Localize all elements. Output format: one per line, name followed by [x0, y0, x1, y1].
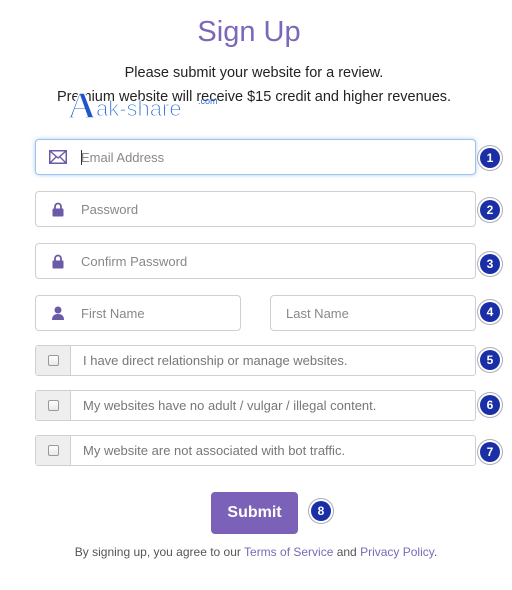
- lock-icon: [36, 192, 80, 226]
- submit-button[interactable]: Submit: [211, 492, 298, 534]
- callout-badge-4: 4: [480, 302, 500, 322]
- page-title: Sign Up: [197, 16, 301, 48]
- password-placeholder: Password: [81, 201, 139, 217]
- callout-badge-1: 1: [480, 148, 500, 168]
- terms-notice: By signing up, you agree to our Terms of…: [74, 545, 438, 559]
- last-name-field[interactable]: Last Name: [270, 295, 476, 331]
- confirm-password-placeholder: Confirm Password: [81, 253, 188, 269]
- envelope-icon: [36, 140, 80, 174]
- checkbox[interactable]: [47, 445, 59, 456]
- terms-of-service-link[interactable]: Terms of Service: [244, 545, 333, 559]
- agreement-checkbox-row[interactable]: My websites have no adult / vulgar / ill…: [35, 390, 476, 421]
- checkbox-label: I have direct relationship or manage web…: [83, 353, 348, 368]
- callout-badge-3: 3: [480, 254, 500, 274]
- callout-badge-8: 8: [311, 501, 331, 521]
- subtitle-line-1: Please submit your website for a review.: [124, 65, 384, 81]
- agreement-checkbox-row[interactable]: My website are not associated with bot t…: [35, 435, 476, 466]
- user-icon: [36, 296, 80, 330]
- checkbox[interactable]: [47, 400, 59, 411]
- callout-badge-6: 6: [480, 395, 500, 415]
- callout-badge-5: 5: [480, 350, 500, 370]
- checkbox-label: My websites have no adult / vulgar / ill…: [83, 398, 377, 413]
- callout-badge-2: 2: [480, 200, 500, 220]
- lock-icon: [36, 244, 80, 278]
- privacy-policy-link[interactable]: Privacy Policy: [360, 545, 434, 559]
- agreement-checkbox-row[interactable]: I have direct relationship or manage web…: [35, 345, 476, 376]
- confirm-password-field[interactable]: Confirm Password: [35, 243, 476, 279]
- callout-badge-7: 7: [480, 442, 500, 462]
- checkbox[interactable]: [47, 355, 59, 366]
- first-name-placeholder: First Name: [81, 305, 145, 321]
- subtitle-line-2: Premium website will receive $15 credit …: [56, 89, 452, 105]
- password-field[interactable]: Password: [35, 191, 476, 227]
- last-name-placeholder: Last Name: [286, 305, 349, 321]
- email-field[interactable]: Email Address: [35, 139, 476, 175]
- watermark-logo: A ak-share .com: [66, 80, 236, 130]
- checkbox-label: My website are not associated with bot t…: [83, 443, 346, 458]
- first-name-field[interactable]: First Name: [35, 295, 241, 331]
- email-placeholder: Email Address: [81, 149, 165, 165]
